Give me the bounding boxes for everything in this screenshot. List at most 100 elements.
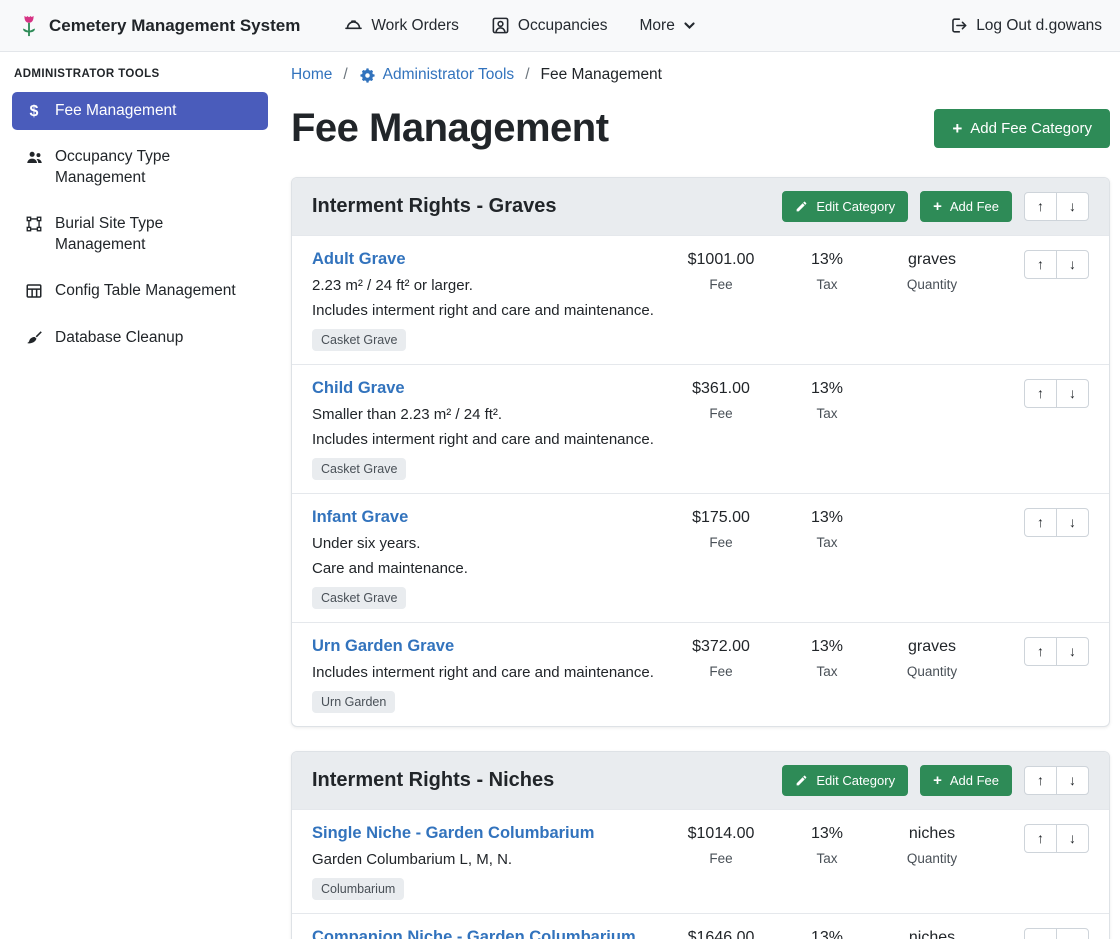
fee-details: Child Grave Smaller than 2.23 m² / 24 ft…	[312, 379, 659, 480]
fee-name-link[interactable]: Infant Grave	[312, 508, 408, 527]
pencil-icon	[795, 200, 808, 213]
fee-reorder-group: ↑ ↓	[1024, 250, 1089, 279]
fee-name-link[interactable]: Adult Grave	[312, 250, 406, 269]
breadcrumb-separator: /	[343, 66, 347, 84]
nav-item-label: Work Orders	[371, 17, 459, 35]
move-fee-up-button[interactable]: ↑	[1024, 250, 1057, 279]
move-fee-up-button[interactable]: ↑	[1024, 508, 1057, 537]
fee-quantity: graves	[871, 250, 993, 270]
fee-reorder-group: ↑ ↓	[1024, 508, 1089, 537]
move-fee-down-button[interactable]: ↓	[1056, 824, 1089, 853]
fee-reorder-group: ↑ ↓	[1024, 928, 1089, 939]
nav-item-label: Occupancies	[518, 17, 608, 35]
breadcrumb-home-link[interactable]: Home	[291, 66, 332, 84]
move-fee-down-button[interactable]: ↓	[1056, 508, 1089, 537]
fee-name-link[interactable]: Urn Garden Grave	[312, 637, 454, 656]
fee-name-link[interactable]: Single Niche - Garden Columbarium	[312, 824, 594, 843]
move-category-up-button[interactable]: ↑	[1024, 192, 1057, 221]
fee-type-tag: Casket Grave	[312, 458, 406, 480]
broom-icon	[24, 329, 44, 348]
add-fee-button[interactable]: + Add Fee	[920, 191, 1012, 222]
sidebar-item-burial-site-type-management[interactable]: Burial Site Type Management	[12, 205, 268, 264]
category-reorder-group: ↑ ↓	[1024, 192, 1089, 221]
move-fee-down-button[interactable]: ↓	[1056, 379, 1089, 408]
move-fee-up-button[interactable]: ↑	[1024, 824, 1057, 853]
move-fee-down-button[interactable]: ↓	[1056, 637, 1089, 666]
fee-tax-label: Tax	[783, 851, 871, 866]
sidebar-item-occupancy-type-management[interactable]: Occupancy Type Management	[12, 138, 268, 197]
edit-category-button[interactable]: Edit Category	[782, 765, 908, 796]
top-navbar: Cemetery Management System Work Orders O…	[0, 0, 1120, 52]
move-category-down-button[interactable]: ↓	[1056, 766, 1089, 795]
add-fee-label: Add Fee	[950, 199, 999, 214]
fee-details: Adult Grave 2.23 m² / 24 ft² or larger.I…	[312, 250, 659, 351]
sidebar-item-label: Config Table Management	[55, 281, 236, 301]
fee-tax: 13%	[783, 508, 871, 528]
fee-amount-column: $1001.00 Fee	[659, 250, 783, 292]
move-fee-up-button[interactable]: ↑	[1024, 928, 1057, 939]
fee-amount: $175.00	[659, 508, 783, 528]
gear-icon	[359, 67, 376, 84]
fee-quantity: niches	[871, 824, 993, 844]
fee-category-card: Interment Rights - Graves Edit Category …	[291, 177, 1110, 727]
add-fee-button[interactable]: + Add Fee	[920, 765, 1012, 796]
move-fee-up-button[interactable]: ↑	[1024, 379, 1057, 408]
fee-amount: $1646.00	[659, 928, 783, 939]
nav-item-work-orders[interactable]: Work Orders	[344, 16, 459, 35]
move-category-down-button[interactable]: ↓	[1056, 192, 1089, 221]
sidebar-item-fee-management[interactable]: $ Fee Management	[12, 92, 268, 130]
plus-icon: +	[933, 199, 942, 214]
category-reorder-group: ↑ ↓	[1024, 766, 1089, 795]
add-fee-category-button[interactable]: + Add Fee Category	[934, 109, 1110, 148]
logout-label: Log Out d.gowans	[976, 17, 1102, 35]
dollar-icon: $	[24, 102, 44, 121]
sidebar-item-database-cleanup[interactable]: Database Cleanup	[12, 319, 268, 357]
fee-tax: 13%	[783, 824, 871, 844]
fee-descriptions: 2.23 m² / 24 ft² or larger.Includes inte…	[312, 277, 659, 319]
fee-amount-label: Fee	[659, 535, 783, 550]
tulip-logo-icon	[18, 14, 40, 38]
fee-quantity-column: graves Quantity	[871, 637, 993, 679]
fee-tax-column: 13% Tax	[783, 824, 871, 866]
fee-quantity-column	[871, 379, 993, 386]
sidebar-item-label: Burial Site Type Management	[55, 214, 256, 255]
fee-row: Child Grave Smaller than 2.23 m² / 24 ft…	[292, 364, 1109, 493]
fee-details: Infant Grave Under six years.Care and ma…	[312, 508, 659, 609]
fee-details: Urn Garden Grave Includes interment righ…	[312, 637, 659, 713]
fee-name-link[interactable]: Child Grave	[312, 379, 405, 398]
app-brand[interactable]: Cemetery Management System	[18, 14, 300, 38]
fee-descriptions: Under six years.Care and maintenance.	[312, 535, 659, 577]
sidebar-item-label: Fee Management	[55, 101, 177, 121]
fee-amount-column: $1014.00 Fee	[659, 824, 783, 866]
fee-quantity-label: Quantity	[871, 664, 993, 679]
fee-descriptions: Garden Columbarium L, M, N.	[312, 851, 659, 868]
fee-amount-label: Fee	[659, 277, 783, 292]
nav-item-more[interactable]: More	[640, 17, 696, 35]
fee-row: Companion Niche - Garden Columbarium Gar…	[292, 913, 1109, 939]
fee-descriptions: Smaller than 2.23 m² / 24 ft².Includes i…	[312, 406, 659, 448]
fee-amount: $1014.00	[659, 824, 783, 844]
fee-description: Includes interment right and care and ma…	[312, 664, 659, 681]
edit-category-button[interactable]: Edit Category	[782, 191, 908, 222]
breadcrumb-label: Administrator Tools	[383, 66, 515, 84]
sidebar-item-config-table-management[interactable]: Config Table Management	[12, 272, 268, 310]
plus-icon: +	[952, 120, 962, 137]
fee-quantity-column: niches Quantity	[871, 928, 993, 939]
move-category-up-button[interactable]: ↑	[1024, 766, 1057, 795]
fee-quantity: graves	[871, 637, 993, 657]
sidebar-nav: $ Fee Management Occupancy Type Manageme…	[12, 92, 268, 357]
fee-row: Single Niche - Garden Columbarium Garden…	[292, 809, 1109, 913]
move-fee-up-button[interactable]: ↑	[1024, 637, 1057, 666]
fee-row: Infant Grave Under six years.Care and ma…	[292, 493, 1109, 622]
table-icon	[24, 282, 44, 300]
chevron-down-icon	[683, 19, 696, 32]
fee-type-tag: Urn Garden	[312, 691, 395, 713]
fee-name-link[interactable]: Companion Niche - Garden Columbarium	[312, 928, 636, 939]
breadcrumb-admin-tools-link[interactable]: Administrator Tools	[359, 66, 515, 84]
logout-link[interactable]: Log Out d.gowans	[949, 16, 1102, 35]
nav-item-occupancies[interactable]: Occupancies	[491, 16, 608, 35]
move-fee-down-button[interactable]: ↓	[1056, 928, 1089, 939]
fee-amount-column: $1646.00 Fee	[659, 928, 783, 939]
move-fee-down-button[interactable]: ↓	[1056, 250, 1089, 279]
logout-icon	[949, 16, 968, 35]
